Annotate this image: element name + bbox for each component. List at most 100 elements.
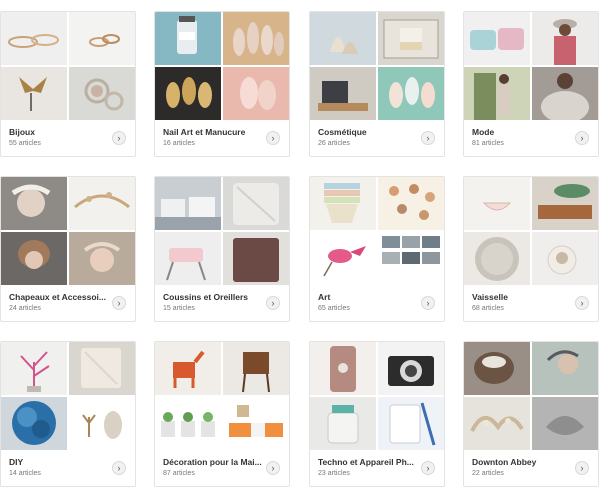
category-card-techno[interactable]: Techno et Appareil Ph... 23 articles › xyxy=(309,341,445,487)
product-thumbnail xyxy=(378,342,444,395)
category-image-mosaic[interactable] xyxy=(155,342,289,451)
category-image-mosaic[interactable] xyxy=(1,342,135,451)
category-card-downton-abbey[interactable]: Downton Abbey 22 articles › xyxy=(463,341,599,487)
category-item-count: 24 articles xyxy=(9,305,41,312)
product-thumbnail xyxy=(464,232,530,285)
product-thumbnail xyxy=(378,67,444,120)
category-title[interactable]: Vaisselle xyxy=(472,292,572,302)
product-thumbnail xyxy=(223,397,289,450)
product-thumbnail xyxy=(532,67,598,120)
category-item-count: 65 articles xyxy=(318,305,350,312)
category-title[interactable]: Nail Art et Manucure xyxy=(163,127,263,137)
category-card-chapeaux[interactable]: Chapeaux et Accessoi... 24 articles › xyxy=(0,176,136,322)
category-image-mosaic[interactable] xyxy=(310,342,444,451)
category-image-mosaic[interactable] xyxy=(464,177,598,286)
product-thumbnail xyxy=(464,12,530,65)
product-thumbnail xyxy=(223,67,289,120)
category-title[interactable]: Downton Abbey xyxy=(472,457,572,467)
product-thumbnail xyxy=(69,397,135,450)
product-thumbnail xyxy=(464,397,530,450)
chevron-right-icon[interactable]: › xyxy=(112,461,126,475)
category-item-count: 68 articles xyxy=(472,305,504,312)
category-image-mosaic[interactable] xyxy=(464,12,598,121)
product-thumbnail xyxy=(69,342,135,395)
category-card-nail-art[interactable]: Nail Art et Manucure 16 articles › xyxy=(154,11,290,157)
product-thumbnail xyxy=(155,67,221,120)
chevron-right-icon[interactable]: › xyxy=(266,131,280,145)
category-item-count: 22 articles xyxy=(472,470,504,477)
category-card-diy[interactable]: DIY 14 articles › xyxy=(0,341,136,487)
product-thumbnail xyxy=(69,12,135,65)
chevron-right-icon[interactable]: › xyxy=(575,131,589,145)
product-thumbnail xyxy=(532,397,598,450)
category-title[interactable]: Art xyxy=(318,292,418,302)
product-thumbnail xyxy=(1,12,67,65)
product-thumbnail xyxy=(1,67,67,120)
category-item-count: 15 articles xyxy=(163,305,195,312)
product-thumbnail xyxy=(464,342,530,395)
category-title[interactable]: Mode xyxy=(472,127,572,137)
product-thumbnail xyxy=(532,177,598,230)
product-thumbnail xyxy=(223,232,289,285)
product-thumbnail xyxy=(532,342,598,395)
category-item-count: 81 articles xyxy=(472,140,504,147)
category-card-coussins[interactable]: Coussins et Oreillers 15 articles › xyxy=(154,176,290,322)
category-image-mosaic[interactable] xyxy=(1,177,135,286)
product-thumbnail xyxy=(310,397,376,450)
category-card-decoration[interactable]: Décoration pour la Mai... 87 articles › xyxy=(154,341,290,487)
product-thumbnail xyxy=(1,342,67,395)
category-item-count: 14 articles xyxy=(9,470,41,477)
category-card-art[interactable]: Art 65 articles › xyxy=(309,176,445,322)
chevron-right-icon[interactable]: › xyxy=(421,296,435,310)
category-item-count: 16 articles xyxy=(163,140,195,147)
product-thumbnail xyxy=(310,12,376,65)
category-image-mosaic[interactable] xyxy=(310,177,444,286)
product-thumbnail xyxy=(155,232,221,285)
product-thumbnail xyxy=(155,177,221,230)
category-item-count: 87 articles xyxy=(163,470,195,477)
product-thumbnail xyxy=(1,232,67,285)
category-title[interactable]: Coussins et Oreillers xyxy=(163,292,263,302)
category-image-mosaic[interactable] xyxy=(155,12,289,121)
chevron-right-icon[interactable]: › xyxy=(421,131,435,145)
product-thumbnail xyxy=(310,342,376,395)
category-title[interactable]: DIY xyxy=(9,457,109,467)
category-image-mosaic[interactable] xyxy=(1,12,135,121)
chevron-right-icon[interactable]: › xyxy=(421,461,435,475)
product-thumbnail xyxy=(532,232,598,285)
category-item-count: 55 articles xyxy=(9,140,41,147)
product-thumbnail xyxy=(464,67,530,120)
product-thumbnail xyxy=(155,12,221,65)
chevron-right-icon[interactable]: › xyxy=(575,461,589,475)
category-title[interactable]: Bijoux xyxy=(9,127,109,137)
product-thumbnail xyxy=(378,177,444,230)
category-card-mode[interactable]: Mode 81 articles › xyxy=(463,11,599,157)
chevron-right-icon[interactable]: › xyxy=(112,131,126,145)
category-title[interactable]: Cosmétique xyxy=(318,127,418,137)
category-card-cosmetique[interactable]: Cosmétique 26 articles › xyxy=(309,11,445,157)
category-image-mosaic[interactable] xyxy=(155,177,289,286)
product-thumbnail xyxy=(1,177,67,230)
product-thumbnail xyxy=(310,232,376,285)
category-card-vaisselle[interactable]: Vaisselle 68 articles › xyxy=(463,176,599,322)
chevron-right-icon[interactable]: › xyxy=(112,296,126,310)
product-thumbnail xyxy=(378,397,444,450)
product-thumbnail xyxy=(155,342,221,395)
product-thumbnail xyxy=(69,177,135,230)
chevron-right-icon[interactable]: › xyxy=(266,461,280,475)
category-image-mosaic[interactable] xyxy=(464,342,598,451)
category-title[interactable]: Décoration pour la Mai... xyxy=(163,457,263,467)
product-thumbnail xyxy=(1,397,67,450)
category-title[interactable]: Techno et Appareil Ph... xyxy=(318,457,418,467)
product-thumbnail xyxy=(464,177,530,230)
category-image-mosaic[interactable] xyxy=(310,12,444,121)
product-thumbnail xyxy=(378,12,444,65)
chevron-right-icon[interactable]: › xyxy=(266,296,280,310)
category-item-count: 26 articles xyxy=(318,140,350,147)
product-thumbnail xyxy=(155,397,221,450)
category-item-count: 23 articles xyxy=(318,470,350,477)
chevron-right-icon[interactable]: › xyxy=(575,296,589,310)
category-card-bijoux[interactable]: Bijoux 55 articles › xyxy=(0,11,136,157)
category-title[interactable]: Chapeaux et Accessoi... xyxy=(9,292,109,302)
product-thumbnail xyxy=(310,67,376,120)
